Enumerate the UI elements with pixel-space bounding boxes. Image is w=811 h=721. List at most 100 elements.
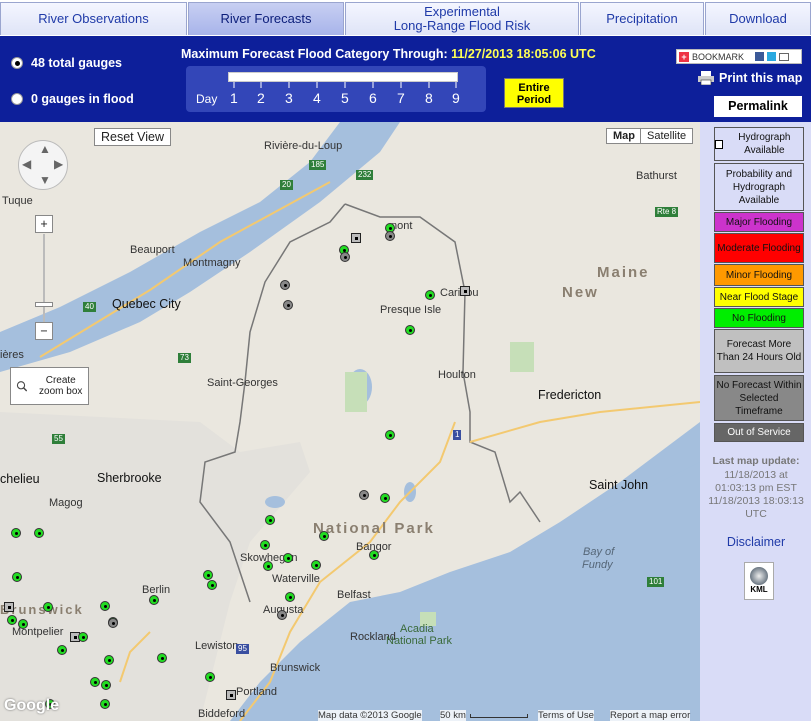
zoom-out-button[interactable]: − [35, 322, 53, 340]
last-update-line: 11/18/2013 at [724, 469, 788, 481]
day-number[interactable]: 9 [452, 90, 460, 106]
print-map-link[interactable]: Print this map [698, 71, 802, 85]
gauges-in-flood-radio[interactable]: 0 gauges in flood [11, 92, 134, 106]
gauge-marker[interactable] [283, 300, 293, 310]
bookmark-button[interactable]: + BOOKMARK [676, 49, 802, 64]
legend-moderate: Moderate Flooding [714, 233, 804, 263]
gauge-marker[interactable] [380, 493, 390, 503]
pan-left-icon[interactable]: ◀ [22, 157, 31, 171]
gauge-marker[interactable] [263, 561, 273, 571]
day-number[interactable]: 3 [285, 90, 293, 106]
gauge-marker[interactable] [311, 560, 321, 570]
place-label: Belfast [337, 589, 371, 601]
facebook-icon[interactable] [755, 52, 765, 61]
map-type-map-button[interactable]: Map [606, 128, 642, 144]
gauge-marker[interactable] [405, 325, 415, 335]
entire-period-button[interactable]: Entire Period [504, 78, 564, 108]
reset-view-button[interactable]: Reset View [94, 128, 171, 146]
gauge-marker[interactable] [100, 601, 110, 611]
hydrograph-gauge-marker[interactable] [226, 690, 236, 700]
radio-dot [11, 93, 23, 105]
gauge-marker[interactable] [280, 280, 290, 290]
zoom-box-label: Create zoom box [39, 375, 83, 397]
gauge-marker[interactable] [12, 572, 22, 582]
gauge-marker[interactable] [207, 580, 217, 590]
day-number[interactable]: 6 [369, 90, 377, 106]
zoom-slider-handle[interactable] [35, 302, 53, 307]
gauge-marker[interactable] [149, 595, 159, 605]
gauge-marker[interactable] [277, 610, 287, 620]
map-area[interactable]: Maine New National Park Rivière-du-Loup … [0, 122, 700, 721]
gauge-marker[interactable] [101, 680, 111, 690]
email-icon[interactable] [779, 52, 790, 61]
day-number[interactable]: 1 [230, 90, 238, 106]
permalink-button[interactable]: Permalink [714, 96, 802, 117]
gauge-marker[interactable] [260, 540, 270, 550]
gauge-marker[interactable] [340, 252, 350, 262]
gauge-marker[interactable] [205, 672, 215, 682]
gauge-marker[interactable] [108, 618, 118, 628]
gauge-marker[interactable] [90, 677, 100, 687]
gauge-marker[interactable] [265, 515, 275, 525]
place-label: Quebec City [112, 297, 181, 311]
route-shield: 55 [52, 434, 65, 444]
gauge-marker[interactable] [283, 553, 293, 563]
gauge-marker[interactable] [369, 550, 379, 560]
route-shield: 101 [647, 577, 665, 587]
forecast-title: Maximum Forecast Flood Category Through:… [181, 47, 596, 61]
gauge-marker[interactable] [57, 645, 67, 655]
magnifier-icon [16, 381, 28, 392]
zoom-slider[interactable] [43, 234, 45, 324]
gauge-marker[interactable] [425, 290, 435, 300]
day-number[interactable]: 2 [257, 90, 265, 106]
gauge-marker[interactable] [359, 490, 369, 500]
day-number[interactable]: 4 [313, 90, 321, 106]
slider-track[interactable] [228, 72, 458, 82]
gauge-marker[interactable] [18, 619, 28, 629]
gauge-marker[interactable] [100, 699, 110, 709]
place-label: Rivière-du-Loup [264, 140, 343, 152]
tab-download[interactable]: Download [705, 2, 811, 35]
gauge-marker[interactable] [78, 632, 88, 642]
gauge-marker[interactable] [104, 655, 114, 665]
place-label: Berlin [142, 584, 171, 596]
gauge-marker[interactable] [385, 231, 395, 241]
gauge-marker[interactable] [34, 528, 44, 538]
hydrograph-gauge-marker[interactable] [460, 286, 470, 296]
region-label: Maine [597, 264, 650, 281]
create-zoom-box-button[interactable]: Create zoom box [10, 367, 89, 405]
route-shield: 232 [356, 170, 374, 180]
gauge-marker[interactable] [11, 528, 21, 538]
pan-up-icon[interactable]: ▲ [39, 142, 51, 156]
gauge-marker[interactable] [43, 602, 53, 612]
pan-down-icon[interactable]: ▼ [39, 173, 51, 187]
pan-control[interactable]: ▲ ▼ ◀ ▶ [18, 140, 68, 190]
disclaimer-link[interactable]: Disclaimer [704, 536, 808, 549]
route-shield: 73 [178, 353, 191, 363]
gauge-marker[interactable] [7, 615, 17, 625]
gauge-marker[interactable] [385, 430, 395, 440]
report-map-error-link[interactable]: Report a map error [610, 710, 691, 721]
tab-river-observations[interactable]: River Observations [0, 2, 187, 35]
map-type-satellite-button[interactable]: Satellite [640, 128, 694, 144]
kml-download-icon[interactable]: KML [744, 562, 774, 600]
hydrograph-gauge-marker[interactable] [351, 233, 361, 243]
place-label: Presque Isle [380, 304, 442, 316]
hydrograph-gauge-marker[interactable] [4, 602, 14, 612]
day-slider[interactable]: Day 1 2 3 4 5 6 7 8 9 [186, 66, 486, 112]
pan-right-icon[interactable]: ▶ [54, 157, 63, 171]
gauge-marker[interactable] [157, 653, 167, 663]
tab-long-range-flood-risk[interactable]: Experimental Long-Range Flood Risk [345, 2, 579, 35]
tab-river-forecasts[interactable]: River Forecasts [188, 2, 344, 35]
twitter-icon[interactable] [767, 52, 777, 61]
terms-of-use-link[interactable]: Terms of Use [538, 710, 594, 721]
gauge-marker[interactable] [285, 592, 295, 602]
day-number[interactable]: 8 [425, 90, 433, 106]
zoom-in-button[interactable]: + [35, 215, 53, 233]
gauge-marker[interactable] [203, 570, 213, 580]
total-gauges-radio[interactable]: 48 total gauges [11, 56, 122, 70]
day-number[interactable]: 7 [397, 90, 405, 106]
gauge-marker[interactable] [319, 531, 329, 541]
day-number[interactable]: 5 [341, 90, 349, 106]
tab-precipitation[interactable]: Precipitation [580, 2, 704, 35]
